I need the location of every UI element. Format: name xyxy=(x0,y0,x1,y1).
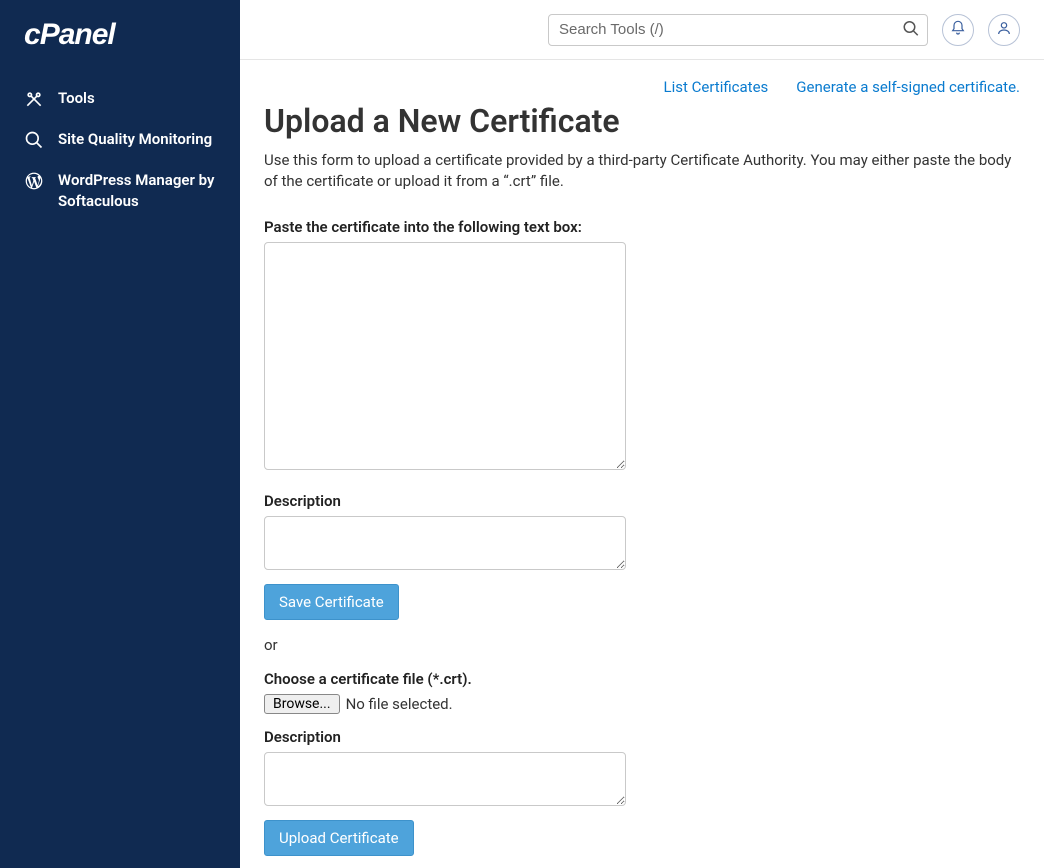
content: List Certificates Generate a self-signed… xyxy=(240,60,1044,868)
page-description: Use this form to upload a certificate pr… xyxy=(264,150,1020,192)
search-wrapper xyxy=(548,14,928,46)
main-area: List Certificates Generate a self-signed… xyxy=(240,0,1044,868)
search-icon xyxy=(902,19,920,40)
sidebar-item-wordpress[interactable]: WordPress Manager by Softaculous xyxy=(0,160,240,222)
sidebar-item-label: WordPress Manager by Softaculous xyxy=(58,170,216,212)
choose-file-label: Choose a certificate file (*.crt). xyxy=(264,670,1020,688)
browse-button[interactable]: Browse... xyxy=(264,694,340,714)
account-button[interactable] xyxy=(988,14,1020,46)
certificate-textarea[interactable] xyxy=(264,242,626,470)
sidebar: cPanel Tools Site Quality Monitoring Wor… xyxy=(0,0,240,868)
page-title: Upload a New Certificate xyxy=(264,102,1020,140)
bell-icon xyxy=(950,20,966,39)
description-textarea-1[interactable] xyxy=(264,516,626,570)
upload-certificate-button[interactable]: Upload Certificate xyxy=(264,820,414,856)
search-button[interactable] xyxy=(898,15,924,44)
sidebar-item-label: Tools xyxy=(58,88,216,109)
link-generate-selfsigned[interactable]: Generate a self-signed certificate. xyxy=(796,78,1020,96)
wordpress-icon xyxy=(24,171,44,191)
logo[interactable]: cPanel xyxy=(0,18,240,78)
user-icon xyxy=(996,20,1012,39)
description-label-1: Description xyxy=(264,492,1020,510)
topbar xyxy=(240,0,1044,60)
top-links: List Certificates Generate a self-signed… xyxy=(264,78,1020,96)
notifications-button[interactable] xyxy=(942,14,974,46)
link-list-certificates[interactable]: List Certificates xyxy=(664,78,769,96)
or-text: or xyxy=(264,636,1020,654)
logo-text: cPanel xyxy=(24,18,115,52)
file-selected-status: No file selected. xyxy=(346,695,453,713)
tools-icon xyxy=(24,89,44,109)
description-label-2: Description xyxy=(264,728,1020,746)
sidebar-item-label: Site Quality Monitoring xyxy=(58,129,216,150)
file-input-row: Browse... No file selected. xyxy=(264,694,1020,714)
description-textarea-2[interactable] xyxy=(264,752,626,806)
sidebar-item-tools[interactable]: Tools xyxy=(0,78,240,119)
sidebar-item-site-quality[interactable]: Site Quality Monitoring xyxy=(0,119,240,160)
search-input[interactable] xyxy=(548,14,928,46)
save-certificate-button[interactable]: Save Certificate xyxy=(264,584,399,620)
paste-cert-label: Paste the certificate into the following… xyxy=(264,218,1020,236)
magnify-icon xyxy=(24,130,44,150)
